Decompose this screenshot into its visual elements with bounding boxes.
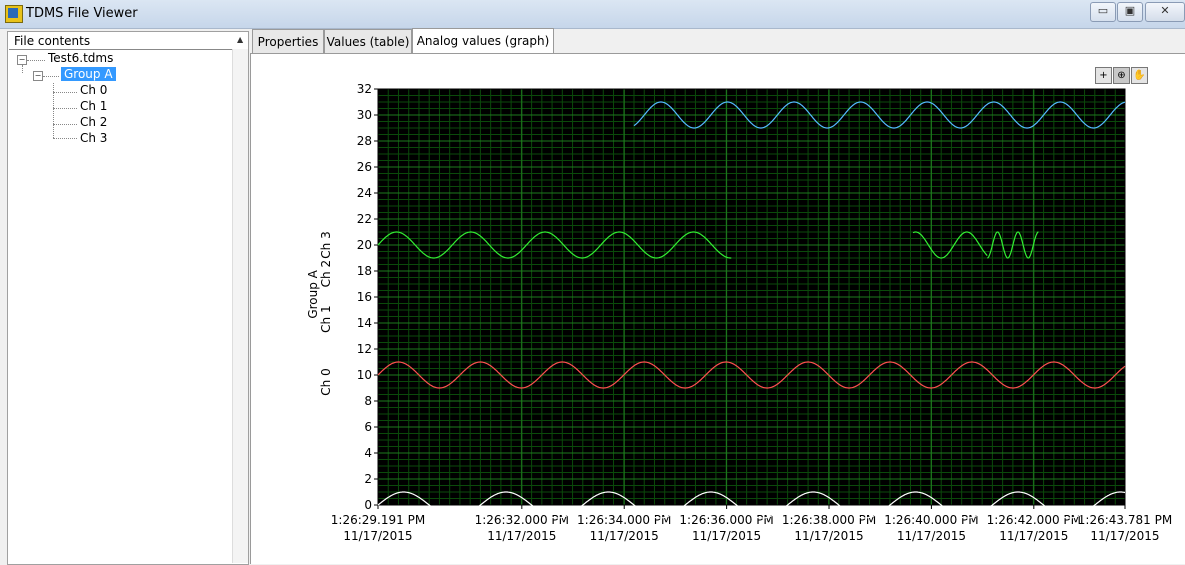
minimize-button[interactable]: ▭ <box>1090 2 1116 22</box>
x-tick-date: 11/17/2015 <box>897 529 966 543</box>
x-tick-time: 1:26:36.000 PM <box>679 513 773 527</box>
tree-channel-0[interactable]: Ch 0 <box>80 83 107 97</box>
y-tick-label: 16 <box>357 290 372 304</box>
tree-file-node[interactable]: Test6.tdms <box>48 51 113 65</box>
file-contents-panel: File contents ▲ − Test6.tdms − Group A C… <box>7 31 249 565</box>
window-title: TDMS File Viewer <box>26 6 138 21</box>
x-tick-date: 11/17/2015 <box>1090 529 1159 543</box>
tree-connector <box>22 65 23 73</box>
collapse-file-icon[interactable]: − <box>17 55 27 65</box>
tree-connector <box>27 60 45 61</box>
y-tick-label: 24 <box>357 186 372 200</box>
title-bar: TDMS File Viewer ▭ ▣ ✕ <box>0 0 1185 29</box>
x-tick-time: 1:26:42.000 PM <box>987 513 1081 527</box>
maximize-button[interactable]: ▣ <box>1117 2 1143 22</box>
tree-group-node[interactable]: Group A <box>61 67 116 81</box>
x-tick-time: 1:26:29.191 PM <box>331 513 425 527</box>
y-tick-label: 14 <box>357 316 372 330</box>
y-axis-label: Ch 0 <box>319 368 333 395</box>
y-tick-label: 30 <box>357 108 372 122</box>
x-tick-date: 11/17/2015 <box>590 529 659 543</box>
y-tick-label: 10 <box>357 368 372 382</box>
y-tick-label: 28 <box>357 134 372 148</box>
y-tick-label: 4 <box>364 446 372 460</box>
tab-values-table[interactable]: Values (table) <box>324 29 412 54</box>
y-axis-label: Group A <box>306 269 320 318</box>
y-axis-label: Ch 3 <box>319 231 333 258</box>
app-icon <box>5 5 23 23</box>
tree-connector <box>53 92 77 93</box>
tree-channel-2[interactable]: Ch 2 <box>80 115 107 129</box>
x-tick-date: 11/17/2015 <box>794 529 863 543</box>
y-axis-label: Ch 2 <box>319 260 333 287</box>
tree-connector <box>53 124 77 125</box>
tree-channel-1[interactable]: Ch 1 <box>80 99 107 113</box>
y-tick-label: 20 <box>357 238 372 252</box>
y-tick-label: 26 <box>357 160 372 174</box>
y-tick-label: 0 <box>364 498 372 512</box>
y-tick-label: 2 <box>364 472 372 486</box>
x-tick-time: 1:26:40.000 PM <box>884 513 978 527</box>
scroll-up-icon[interactable]: ▲ <box>237 35 243 44</box>
tree-connector <box>53 138 77 139</box>
y-tick-label: 12 <box>357 342 372 356</box>
tree-channel-3[interactable]: Ch 3 <box>80 131 107 145</box>
x-tick-time: 1:26:32.000 PM <box>475 513 569 527</box>
tree-connector <box>43 76 59 77</box>
vertical-scrollbar[interactable] <box>232 49 248 563</box>
y-tick-label: 8 <box>364 394 372 408</box>
file-contents-header: File contents <box>9 33 236 50</box>
y-axis-label: Ch 1 <box>319 305 333 332</box>
analog-graph[interactable]: 024681012141618202224262830321:26:29.191… <box>300 78 1185 560</box>
x-tick-time: 1:26:38.000 PM <box>782 513 876 527</box>
close-button[interactable]: ✕ <box>1145 2 1185 22</box>
collapse-group-icon[interactable]: − <box>33 71 43 81</box>
x-tick-date: 11/17/2015 <box>343 529 412 543</box>
y-tick-label: 22 <box>357 212 372 226</box>
x-tick-date: 11/17/2015 <box>999 529 1068 543</box>
x-tick-date: 11/17/2015 <box>692 529 761 543</box>
tree-connector <box>53 108 77 109</box>
x-tick-time: 1:26:43.781 PM <box>1078 513 1172 527</box>
x-tick-time: 1:26:34.000 PM <box>577 513 671 527</box>
tab-properties[interactable]: Properties <box>252 29 324 54</box>
tab-analog-graph[interactable]: Analog values (graph) <box>412 28 554 54</box>
y-tick-label: 18 <box>357 264 372 278</box>
x-tick-date: 11/17/2015 <box>487 529 556 543</box>
y-tick-label: 32 <box>357 82 372 96</box>
y-tick-label: 6 <box>364 420 372 434</box>
